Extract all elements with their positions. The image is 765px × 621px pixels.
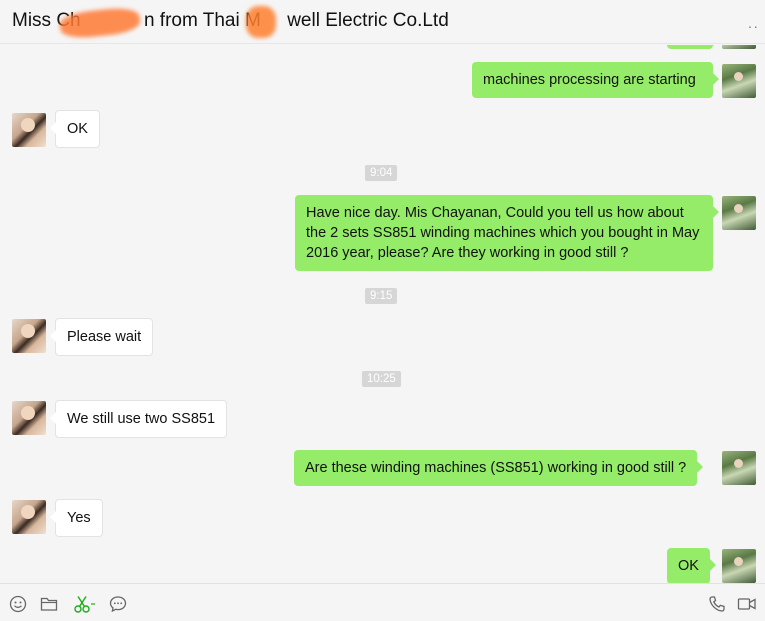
avatar[interactable] — [12, 401, 46, 435]
chat-header: Miss Ch n from Thai M well Electric Co.L… — [0, 0, 765, 44]
input-toolbar — [0, 583, 765, 621]
message-bubble: OK — [50, 110, 100, 148]
avatar[interactable] — [722, 549, 756, 583]
avatar[interactable] — [12, 500, 46, 534]
message-bubble: Yes — [50, 499, 103, 537]
message-bubble: We still use two SS851 — [49, 400, 228, 438]
avatar[interactable] — [12, 113, 46, 147]
avatar[interactable] — [12, 319, 46, 353]
avatar[interactable] — [722, 64, 756, 98]
more-options-icon[interactable]: ·· — [748, 18, 759, 34]
scissors-icon[interactable] — [72, 594, 98, 614]
timestamp: 10:25 — [362, 371, 401, 387]
avatar[interactable] — [722, 196, 756, 230]
redaction-mark — [246, 6, 276, 38]
message-list[interactable]: machines processing are starting OK 9:04… — [0, 45, 765, 583]
message-bubble: OK — [667, 548, 716, 583]
message-bubble: Please wait — [49, 318, 154, 356]
message-bubble: Have nice day. Mis Chayanan, Could you t… — [295, 195, 719, 271]
video-icon[interactable] — [737, 594, 757, 614]
timestamp: 9:15 — [365, 288, 398, 304]
phone-icon[interactable] — [707, 594, 727, 614]
avatar[interactable] — [722, 45, 756, 49]
emoji-icon[interactable] — [8, 594, 28, 614]
message-bubble-partial — [667, 45, 719, 49]
timestamp: 9:04 — [365, 165, 398, 181]
folder-icon[interactable] — [39, 594, 59, 614]
message-bubble: Are these winding machines (SS851) worki… — [294, 450, 704, 486]
chat-history-icon[interactable] — [108, 594, 128, 614]
avatar[interactable] — [722, 451, 756, 485]
message-bubble: machines processing are starting — [472, 62, 719, 98]
